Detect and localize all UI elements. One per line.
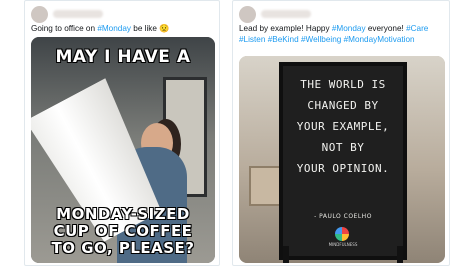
meme-bottom-line: MONDAY-SIZED [56, 205, 190, 223]
sign-leg [397, 246, 403, 263]
brand-logo-icon [335, 227, 349, 241]
tweet-text-plain: be like [131, 24, 160, 33]
chalkboard-image[interactable]: THE WORLD IS CHANGED BY YOUR EXAMPLE, NO… [239, 56, 445, 263]
meme-bottom-caption: MONDAY-SIZED CUP OF COFFEE TO GO, PLEASE… [31, 206, 215, 257]
hashtag-care[interactable]: #Care [406, 24, 428, 33]
tweet-card-right[interactable]: Lead by example! Happy #Monday everyone!… [232, 0, 450, 266]
hashtag-mondaymotivation[interactable]: #MondayMotivation [344, 35, 415, 44]
meme-image[interactable]: MAY I HAVE A MONDAY-SIZED CUP OF COFFEE … [31, 37, 215, 263]
avatar[interactable] [31, 6, 48, 23]
quote-line: NOT BY [321, 141, 365, 154]
blurred-username [261, 10, 311, 18]
sign-leg [283, 246, 289, 263]
hashtag-monday[interactable]: #Monday [97, 24, 131, 33]
brand-logo-text: MINDFULNESS [328, 242, 358, 247]
meme-bottom-line: CUP OF COFFEE [53, 222, 193, 240]
tweet-text: Going to office on #Monday be like 😟 [31, 23, 169, 34]
hashtag-bekind[interactable]: #BeKind [268, 35, 299, 44]
hashtag-wellbeing[interactable]: #Wellbeing [301, 35, 341, 44]
tweet-card-left[interactable]: Going to office on #Monday be like 😟 MAY… [24, 0, 220, 266]
quote-line: YOUR OPINION. [296, 162, 390, 175]
tweet-text-plain: Lead by example! Happy [239, 24, 332, 33]
hashtag-monday[interactable]: #Monday [332, 24, 366, 33]
chalkboard-quote: THE WORLD IS CHANGED BY YOUR EXAMPLE, NO… [283, 74, 403, 179]
tweet-text-plain: everyone! [365, 24, 407, 33]
tweet-text-plain: Going to office on [31, 24, 98, 33]
tweet-text-line-2: #Listen #BeKind #Wellbeing #MondayMotiva… [239, 34, 415, 45]
meme-top-caption: MAY I HAVE A [55, 47, 191, 67]
hashtag-listen[interactable]: #Listen [239, 35, 265, 44]
quote-line: CHANGED BY [307, 99, 379, 112]
meme-bottom-line: TO GO, PLEASE? [51, 239, 195, 257]
blurred-username [53, 10, 103, 18]
tweet-text-line-1: Lead by example! Happy #Monday everyone!… [239, 23, 428, 34]
worried-emoji-icon: 😟 [159, 24, 170, 33]
quote-author: - PAULO COELHO [314, 213, 372, 220]
quote-line: THE WORLD IS [300, 78, 386, 91]
avatar[interactable] [239, 6, 256, 23]
quote-line: YOUR EXAMPLE, [296, 120, 390, 133]
